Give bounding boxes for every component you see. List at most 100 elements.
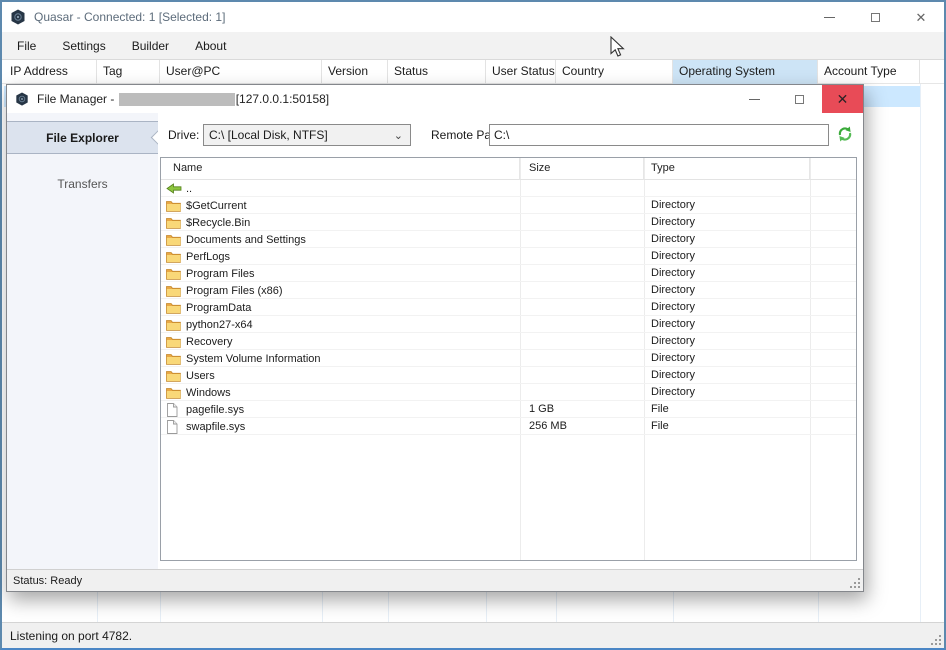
up-icon: [166, 182, 182, 195]
column-header-status[interactable]: Status: [388, 60, 486, 84]
column-header-ip-address[interactable]: IP Address: [4, 60, 97, 84]
resize-grip-icon[interactable]: [930, 634, 942, 646]
file-size: [529, 282, 644, 299]
maximize-button[interactable]: [852, 2, 898, 32]
file-name: Program Files: [186, 266, 254, 282]
main-window-title: Quasar - Connected: 1 [Selected: 1]: [34, 10, 225, 24]
file-row[interactable]: swapfile.sys 256 MB File: [161, 418, 856, 435]
file-type: Directory: [651, 231, 810, 248]
column-header-operating-system[interactable]: Operating System: [673, 60, 818, 84]
close-icon: ✕: [837, 92, 849, 106]
grid-line: [920, 84, 921, 622]
file-name: Users: [186, 368, 215, 384]
minimize-icon: [749, 99, 760, 100]
file-name: Windows: [186, 385, 231, 401]
column-header-size[interactable]: Size: [520, 158, 644, 180]
main-menubar: FileSettingsBuilderAbout: [2, 32, 944, 60]
folder-icon: [166, 250, 182, 263]
maximize-icon: [795, 95, 804, 104]
folder-icon: [166, 199, 182, 212]
remote-path-input[interactable]: [489, 124, 829, 146]
fm-maximize-button[interactable]: [777, 85, 822, 113]
drive-select-value: C:\ [Local Disk, NTFS]: [209, 128, 328, 142]
menu-item-about[interactable]: About: [182, 32, 239, 59]
file-name: swapfile.sys: [186, 419, 245, 435]
screen: Quasar - Connected: 1 [Selected: 1] ✕ Fi…: [0, 0, 946, 650]
file-row[interactable]: python27-x64 Directory: [161, 316, 856, 333]
file-name: System Volume Information: [186, 351, 321, 367]
file-name: Program Files (x86): [186, 283, 283, 299]
column-header-user-pc[interactable]: User@PC: [160, 60, 322, 84]
listening-status-text: Listening on port 4782.: [10, 629, 132, 643]
file-size: [529, 316, 644, 333]
folder-icon: [166, 386, 182, 399]
file-row[interactable]: Documents and Settings Directory: [161, 231, 856, 248]
file-icon: [166, 403, 182, 416]
column-header-country[interactable]: Country: [556, 60, 673, 84]
file-type: Directory: [651, 367, 810, 384]
file-type: File: [651, 418, 810, 435]
close-button[interactable]: ✕: [898, 2, 944, 32]
file-type: Directory: [651, 282, 810, 299]
file-size: [529, 231, 644, 248]
file-row[interactable]: Program Files (x86) Directory: [161, 282, 856, 299]
column-header-version[interactable]: Version: [322, 60, 388, 84]
file-manager-titlebar: File Manager - [127.0.0.1:50158] ✕: [7, 85, 863, 113]
file-type: File: [651, 401, 810, 418]
file-type: Directory: [651, 214, 810, 231]
file-name: Documents and Settings: [186, 232, 306, 248]
file-manager-title-address: [127.0.0.1:50158]: [236, 92, 329, 106]
column-header-name[interactable]: Name: [161, 158, 520, 180]
tab-file-explorer[interactable]: File Explorer: [7, 121, 158, 154]
menu-item-settings[interactable]: Settings: [49, 32, 118, 59]
file-row[interactable]: System Volume Information Directory: [161, 350, 856, 367]
fm-minimize-button[interactable]: [732, 85, 777, 113]
refresh-button[interactable]: [835, 125, 855, 145]
file-name: ProgramData: [186, 300, 251, 316]
file-size: [529, 265, 644, 282]
folder-icon: [166, 284, 182, 297]
file-icon: [166, 420, 182, 433]
file-type: Directory: [651, 265, 810, 282]
file-manager-title-prefix: File Manager -: [37, 92, 118, 106]
minimize-icon: [824, 17, 835, 18]
file-row[interactable]: ..: [161, 180, 856, 197]
file-type: Directory: [651, 350, 810, 367]
file-size: [529, 180, 644, 197]
refresh-icon: [836, 125, 854, 143]
folder-icon: [166, 335, 182, 348]
file-name: Recovery: [186, 334, 232, 350]
file-row[interactable]: PerfLogs Directory: [161, 248, 856, 265]
file-name: ..: [186, 181, 192, 197]
file-type: Directory: [651, 316, 810, 333]
file-row[interactable]: Windows Directory: [161, 384, 856, 401]
file-size: 1 GB: [529, 401, 644, 418]
tab-transfers[interactable]: Transfers: [7, 167, 158, 200]
file-name: $Recycle.Bin: [186, 215, 250, 231]
folder-icon: [166, 352, 182, 365]
column-header-type[interactable]: Type: [644, 158, 810, 180]
column-header-account-type[interactable]: Account Type: [818, 60, 920, 84]
menu-item-builder[interactable]: Builder: [119, 32, 182, 59]
fm-close-button[interactable]: ✕: [822, 85, 863, 113]
column-header-user-status[interactable]: User Status: [486, 60, 556, 84]
file-row[interactable]: Users Directory: [161, 367, 856, 384]
file-row[interactable]: $Recycle.Bin Directory: [161, 214, 856, 231]
file-type: Directory: [651, 248, 810, 265]
chevron-down-icon: ⌄: [394, 129, 403, 142]
menu-item-file[interactable]: File: [4, 32, 49, 59]
close-icon: ✕: [916, 11, 927, 24]
file-row[interactable]: Program Files Directory: [161, 265, 856, 282]
file-row[interactable]: $GetCurrent Directory: [161, 197, 856, 214]
drive-select[interactable]: C:\ [Local Disk, NTFS] ⌄: [203, 124, 411, 146]
minimize-button[interactable]: [806, 2, 852, 32]
drive-label: Drive:: [168, 128, 199, 142]
file-size: [529, 248, 644, 265]
column-header-tag[interactable]: Tag: [97, 60, 160, 84]
file-row[interactable]: pagefile.sys 1 GB File: [161, 401, 856, 418]
file-explorer-toolbar: Drive: C:\ [Local Disk, NTFS] ⌄ Remote P…: [158, 113, 863, 157]
file-size: [529, 197, 644, 214]
resize-grip-icon[interactable]: [849, 577, 861, 589]
file-row[interactable]: ProgramData Directory: [161, 299, 856, 316]
file-row[interactable]: Recovery Directory: [161, 333, 856, 350]
